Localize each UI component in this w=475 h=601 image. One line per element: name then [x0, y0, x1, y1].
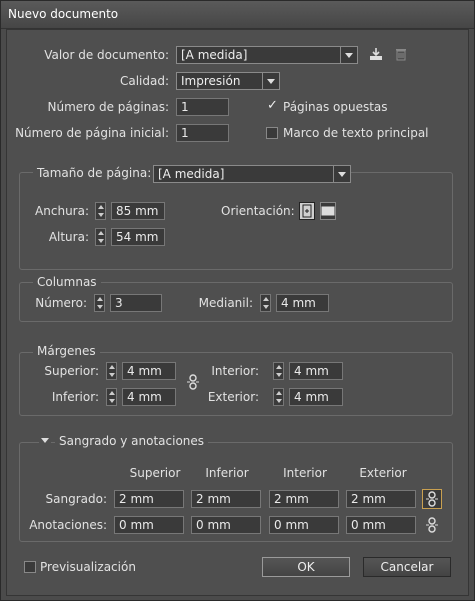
slug-bottom-input[interactable]: 0 mm: [191, 516, 261, 534]
height-label: Altura:: [48, 230, 89, 244]
page-size-title: Tamaño de página:: [33, 166, 156, 180]
width-label: Anchura:: [35, 204, 89, 218]
bleed-outside-input[interactable]: 2 mm: [346, 490, 416, 508]
margin-inside-stepper[interactable]: [273, 362, 284, 380]
margin-inside-input[interactable]: 4 mm: [289, 362, 343, 380]
margin-top-stepper[interactable]: [106, 362, 117, 380]
slug-inside-input[interactable]: 0 mm: [269, 516, 339, 534]
margin-outside-input[interactable]: 4 mm: [289, 388, 343, 406]
window-title: Nuevo documento: [8, 7, 119, 21]
save-preset-icon[interactable]: [368, 46, 384, 62]
bleed-header-bottom: Inferior: [205, 466, 249, 480]
columns-number-input[interactable]: 3: [110, 294, 162, 312]
checkmark-icon[interactable]: ✓: [267, 98, 278, 113]
quality-value: Impresión: [181, 74, 241, 88]
facing-pages-label: Páginas opuestas: [283, 100, 388, 114]
quality-select[interactable]: Impresión: [176, 72, 280, 90]
title-bar[interactable]: Nuevo documento: [1, 1, 474, 29]
ok-button[interactable]: OK: [262, 557, 350, 577]
orientation-label: Orientación:: [221, 204, 295, 218]
margin-top-input[interactable]: 4 mm: [122, 362, 176, 380]
height-input[interactable]: 54 mm: [111, 228, 165, 246]
columns-title: Columnas: [33, 275, 101, 289]
gutter-input[interactable]: 4 mm: [276, 294, 329, 312]
chevron-down-icon: [340, 47, 357, 63]
page-size-value: [A medida]: [158, 167, 225, 181]
margin-bottom-stepper[interactable]: [106, 388, 117, 406]
chevron-down-icon: [333, 166, 350, 182]
chain-link-icon[interactable]: [185, 374, 201, 390]
margin-outside-stepper[interactable]: [273, 388, 284, 406]
chevron-down-icon: [262, 73, 279, 89]
pages-label: Número de páginas:: [47, 100, 169, 114]
width-stepper[interactable]: [95, 202, 106, 220]
bleed-inside-input[interactable]: 2 mm: [269, 490, 339, 508]
master-text-frame-label: Marco de texto principal: [283, 126, 429, 140]
columns-number-label: Número:: [35, 296, 87, 310]
start-page-input[interactable]: 1: [176, 124, 229, 142]
slug-chain-link-icon[interactable]: [424, 517, 440, 533]
margin-outside-label: Exterior:: [207, 390, 259, 404]
bleed-label: Sangrado:: [45, 492, 107, 506]
disclosure-triangle-icon[interactable]: [39, 434, 51, 446]
dialog-body: Valor de documento: [A medida] Calidad: …: [6, 29, 469, 596]
margins-group: [19, 352, 453, 416]
cancel-button[interactable]: Cancelar: [363, 557, 451, 577]
new-document-dialog: Nuevo documento Valor de documento: [A m…: [0, 0, 475, 601]
margin-bottom-label: Inferior:: [51, 390, 99, 404]
page-size-group: [19, 172, 453, 270]
portrait-icon[interactable]: [299, 202, 315, 220]
start-page-label: Número de página inicial:: [15, 126, 169, 140]
bleed-top-input[interactable]: 2 mm: [114, 490, 184, 508]
preset-value: [A medida]: [181, 48, 248, 62]
page-size-select[interactable]: [A medida]: [153, 165, 351, 183]
preset-label: Valor de documento:: [44, 48, 169, 62]
bleed-header-outside: Exterior: [359, 466, 407, 480]
margins-title: Márgenes: [33, 344, 100, 358]
gutter-label: Medianil:: [198, 296, 253, 310]
width-input[interactable]: 85 mm: [111, 202, 165, 220]
slug-outside-input[interactable]: 0 mm: [346, 516, 416, 534]
trash-icon[interactable]: [393, 46, 409, 62]
landscape-icon[interactable]: [320, 202, 336, 220]
gutter-stepper[interactable]: [260, 294, 271, 312]
bleed-bottom-input[interactable]: 2 mm: [191, 490, 261, 508]
columns-number-stepper[interactable]: [94, 294, 105, 312]
bleed-header-top: Superior: [129, 466, 181, 480]
master-text-frame-checkbox[interactable]: [266, 127, 278, 139]
height-stepper[interactable]: [95, 228, 106, 246]
pages-input[interactable]: 1: [176, 98, 229, 116]
margin-bottom-input[interactable]: 4 mm: [122, 388, 176, 406]
margin-inside-label: Interior:: [211, 364, 259, 378]
slug-top-input[interactable]: 0 mm: [114, 516, 184, 534]
quality-label: Calidad:: [119, 74, 169, 88]
bleed-header-inside: Interior: [283, 466, 327, 480]
slug-label: Anotaciones:: [29, 518, 107, 532]
bleed-slug-title: Sangrado y anotaciones: [55, 434, 209, 448]
bleed-chain-link-icon[interactable]: [422, 489, 442, 509]
preview-label: Previsualización: [40, 560, 136, 574]
preset-select[interactable]: [A medida]: [176, 46, 358, 64]
margin-top-label: Superior:: [44, 364, 99, 378]
preview-checkbox[interactable]: [24, 561, 36, 573]
